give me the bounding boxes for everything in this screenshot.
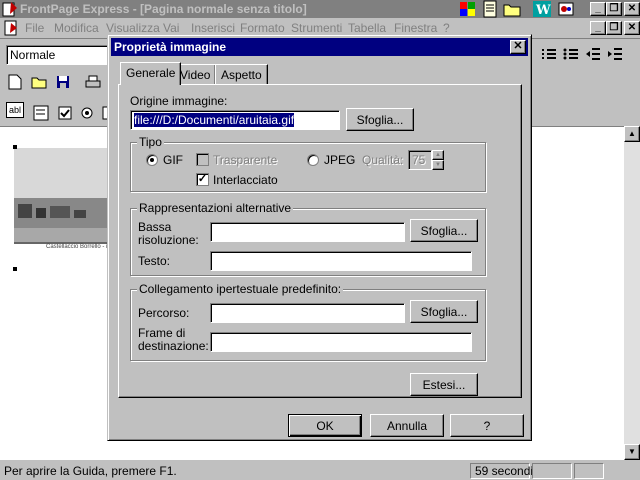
origin-input[interactable]: file:///D:/Documenti/aruitaia.gif: [130, 110, 340, 130]
new-file-icon[interactable]: [4, 71, 26, 93]
menu-inserisci[interactable]: Inserisci: [191, 21, 235, 35]
scroll-up-icon[interactable]: ▲: [624, 126, 640, 142]
help-button[interactable]: ?: [450, 414, 524, 437]
menu-visualizza[interactable]: Visualizza: [106, 21, 160, 35]
frame-input[interactable]: [210, 332, 472, 352]
path-label: Percorso:: [138, 306, 190, 320]
quality-up-icon[interactable]: ▲: [432, 150, 444, 160]
origin-label: Origine immagine:: [130, 94, 228, 108]
resize-handle[interactable]: [13, 145, 17, 149]
extended-button[interactable]: Estesi...: [410, 373, 478, 396]
doc-minimize-button[interactable]: _: [590, 21, 606, 35]
tab-aspetto[interactable]: Aspetto: [215, 64, 268, 84]
menu-help[interactable]: ?: [443, 21, 450, 35]
menu-formato[interactable]: Formato: [240, 21, 285, 35]
radio-field-icon[interactable]: [76, 102, 98, 124]
menu-file[interactable]: File: [25, 21, 44, 35]
quality-down-icon[interactable]: ▼: [432, 160, 444, 170]
status-bar: Per aprire la Guida, premere F1. 59 seco…: [0, 462, 640, 480]
bulleted-list-icon[interactable]: [560, 43, 582, 65]
image-caption: Castellaccio Borrello - il: [46, 244, 109, 250]
doc-close-button[interactable]: ✕: [624, 21, 640, 35]
alternatives-legend: Rappresentazioni alternative: [137, 201, 294, 215]
image-properties-dialog: Proprietà immagine ✕ Generale Video Aspe…: [107, 34, 532, 441]
app-title: FrontPage Express - [Pagina normale senz…: [20, 2, 307, 16]
path-browse-button[interactable]: Sfoglia...: [410, 300, 478, 323]
status-help-text: Per aprire la Guida, premere F1.: [4, 464, 177, 478]
textbox-field-icon[interactable]: abl: [6, 102, 24, 118]
menu-modifica[interactable]: Modifica: [54, 21, 99, 35]
menu-strumenti[interactable]: Strumenti: [291, 21, 342, 35]
inserted-image[interactable]: Castellaccio Borrello - il: [14, 146, 110, 270]
frontpage-app-icon[interactable]: [2, 1, 18, 17]
low-res-label-line1: Bassa: [138, 220, 172, 234]
tipo-legend: Tipo: [137, 135, 164, 149]
svg-text:W: W: [535, 3, 551, 18]
resize-handle[interactable]: [13, 267, 17, 271]
hyperlink-legend: Collegamento ipertestuale predefinito:: [137, 282, 344, 296]
media-tools-icon[interactable]: [556, 0, 576, 18]
jpeg-radio[interactable]: [307, 154, 319, 166]
dialog-close-button[interactable]: ✕: [510, 40, 526, 54]
color-palette-icon[interactable]: [458, 0, 478, 18]
ok-button[interactable]: OK: [288, 414, 362, 437]
gif-label: GIF: [163, 153, 183, 167]
doc-restore-button[interactable]: ❐: [606, 21, 622, 35]
interlaced-label: Interlacciato: [213, 173, 278, 187]
document-icon[interactable]: [3, 20, 19, 36]
numbered-list-icon[interactable]: [538, 43, 560, 65]
menu-finestra[interactable]: Finestra: [394, 21, 437, 35]
status-panel: [532, 463, 572, 479]
interlaced-checkbox[interactable]: ✓: [196, 173, 209, 186]
checkbox-field-icon[interactable]: [54, 102, 76, 124]
cancel-button[interactable]: Annulla: [370, 414, 444, 437]
transparent-checkbox[interactable]: [196, 153, 209, 166]
minimize-button[interactable]: _: [590, 2, 606, 16]
open-folder-icon[interactable]: [28, 71, 50, 93]
low-res-label-line2: risoluzione:: [138, 233, 199, 247]
path-input[interactable]: [210, 303, 405, 323]
notepad-icon[interactable]: [480, 0, 500, 18]
gif-radio[interactable]: [146, 154, 158, 166]
tab-generale[interactable]: Generale: [120, 62, 182, 85]
style-select[interactable]: Normale: [6, 45, 118, 65]
increase-indent-icon[interactable]: [604, 43, 626, 65]
low-res-input[interactable]: [210, 222, 405, 242]
close-button[interactable]: ✕: [624, 2, 640, 16]
menu-tabella[interactable]: Tabella: [348, 21, 386, 35]
decrease-indent-icon[interactable]: [582, 43, 604, 65]
alt-text-input[interactable]: [210, 251, 472, 271]
status-time: 59 secondi: [475, 464, 534, 478]
folder-icon[interactable]: [502, 0, 522, 18]
print-icon[interactable]: [82, 71, 104, 93]
frame-label-line1: Frame di: [138, 326, 186, 340]
restore-button[interactable]: ❐: [606, 2, 622, 16]
dialog-title-bar[interactable]: Proprietà immagine ✕: [111, 38, 528, 56]
status-panel: [574, 463, 604, 479]
jpeg-label: JPEG: [324, 153, 356, 167]
app-title-bar[interactable]: FrontPage Express - [Pagina normale senz…: [0, 0, 640, 18]
scroll-down-icon[interactable]: ▼: [624, 444, 640, 460]
origin-browse-button[interactable]: Sfoglia...: [346, 108, 414, 131]
quality-input[interactable]: 75: [408, 150, 432, 170]
vertical-scrollbar[interactable]: ▲ ▼: [624, 126, 640, 460]
dialog-title: Proprietà immagine: [114, 40, 227, 54]
text-label: Testo:: [138, 254, 171, 268]
menu-vai[interactable]: Vai: [163, 21, 179, 35]
word-icon[interactable]: W: [532, 0, 552, 18]
close-icon: ✕: [513, 40, 523, 52]
frame-label-line2: destinazione:: [138, 339, 209, 353]
quality-label: Qualità:: [362, 153, 404, 167]
origin-value: file:///D:/Documenti/aruitaia.gif: [134, 113, 295, 127]
scrolling-textbox-icon[interactable]: [30, 102, 52, 124]
save-icon[interactable]: [52, 71, 74, 93]
transparent-label: Trasparente: [213, 153, 278, 167]
low-res-browse-button[interactable]: Sfoglia...: [410, 219, 478, 242]
